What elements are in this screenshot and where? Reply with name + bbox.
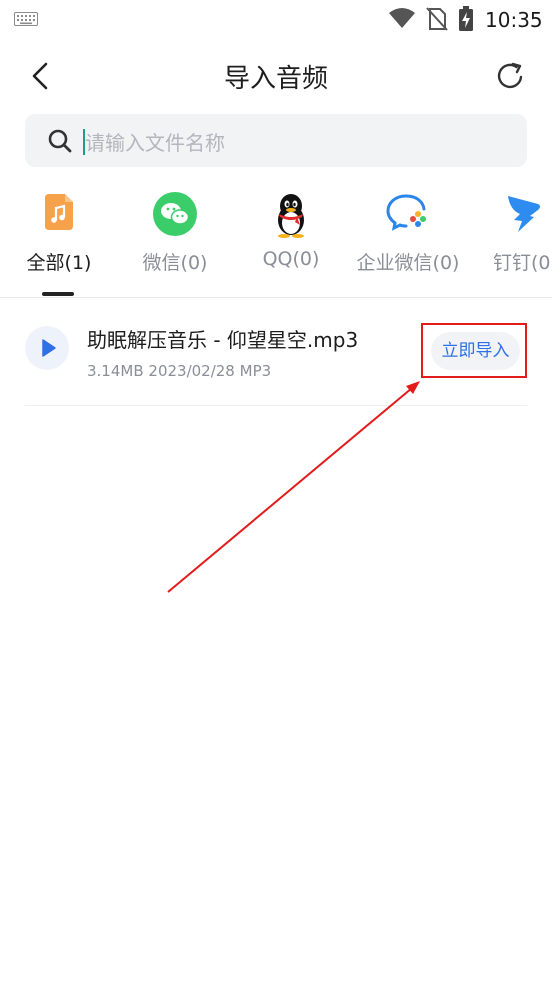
tab-dingtalk[interactable]: 钉钉(0: [484, 190, 552, 280]
wechat-icon: [153, 192, 197, 236]
wifi-icon: [389, 8, 415, 28]
highlight-box: [421, 323, 527, 378]
file-meta: 3.14MB 2023/02/28 MP3: [87, 362, 272, 380]
search-icon: [48, 129, 72, 153]
play-icon: [42, 339, 56, 357]
battery-charging-icon: [459, 6, 473, 31]
tab-label: QQ(0): [262, 248, 320, 270]
tab-qq[interactable]: QQ(0): [246, 190, 336, 280]
refresh-button[interactable]: [490, 56, 532, 96]
tab-label: 钉钉(0: [493, 252, 551, 274]
status-time: 10:35: [485, 8, 543, 32]
tab-label: 全部(1): [26, 252, 92, 274]
divider: [25, 405, 527, 406]
dingtalk-icon: [508, 196, 540, 232]
tab-all[interactable]: 全部(1): [14, 190, 104, 280]
search-input[interactable]: 请输入文件名称: [25, 114, 527, 167]
qq-icon: [278, 194, 304, 238]
search-placeholder: 请输入文件名称: [85, 131, 225, 155]
tab-wecom[interactable]: 企业微信(0): [352, 190, 464, 280]
wecom-icon: [386, 194, 426, 231]
music-file-icon: [45, 194, 73, 230]
tab-label: 微信(0): [142, 252, 208, 274]
tab-wechat[interactable]: 微信(0): [130, 190, 220, 280]
refresh-icon: [497, 62, 523, 89]
no-sim-icon: [426, 7, 448, 31]
play-button[interactable]: [25, 326, 69, 370]
tab-label: 企业微信(0): [356, 252, 460, 274]
tab-indicator: [42, 292, 74, 296]
file-name: 助眠解压音乐 - 仰望星空.mp3: [87, 328, 359, 352]
status-bar: 10:35: [0, 0, 552, 40]
page-title: 导入音频: [223, 64, 328, 94]
keyboard-icon: [14, 12, 38, 26]
